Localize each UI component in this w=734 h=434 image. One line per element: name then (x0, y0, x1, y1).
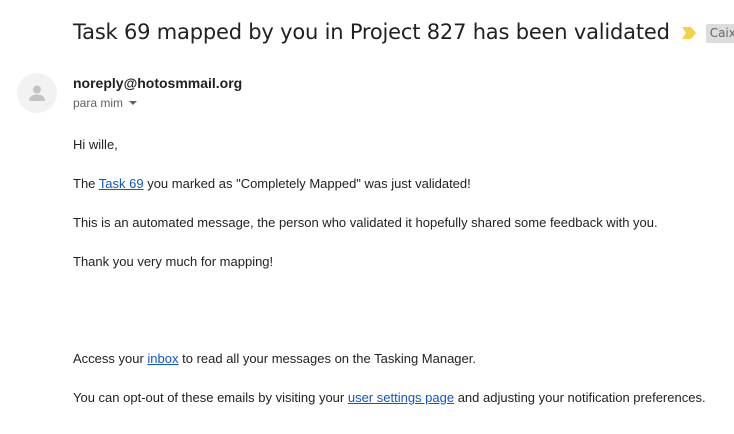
body-line-optout-prefix: You can opt-out of these emails by visit… (73, 390, 348, 405)
inbox-link[interactable]: inbox (147, 351, 178, 366)
subject-row: Task 69 mapped by you in Project 827 has… (73, 15, 734, 49)
email-subject: Task 69 mapped by you in Project 827 has… (73, 20, 670, 44)
inbox-label-chip[interactable]: Caixa de e (705, 23, 734, 43)
body-line-task-prefix: The (73, 176, 99, 191)
importance-marker-icon[interactable] (681, 26, 696, 39)
email-view: Task 69 mapped by you in Project 827 has… (0, 0, 734, 434)
chevron-down-icon[interactable] (129, 101, 138, 105)
sender-address[interactable]: noreply@hotosmmail.org (73, 75, 242, 91)
recipient-line[interactable]: para mim (73, 96, 138, 110)
user-settings-link[interactable]: user settings page (348, 390, 454, 405)
body-line-optout: You can opt-out of these emails by visit… (73, 390, 706, 405)
greeting: Hi wille, (73, 137, 118, 152)
task-link[interactable]: Task 69 (99, 176, 144, 191)
recipient-label: para mim (73, 96, 124, 110)
body-line-inbox-suffix: to read all your messages on the Tasking… (178, 351, 476, 366)
body-line-optout-suffix: and adjusting your notification preferen… (454, 390, 706, 405)
person-icon (29, 85, 45, 101)
body-line-inbox: Access your inbox to read all your messa… (73, 351, 476, 366)
body-line-thanks: Thank you very much for mapping! (73, 254, 274, 269)
avatar (17, 73, 57, 113)
body-line-task: The Task 69 you marked as "Completely Ma… (73, 176, 471, 191)
body-line-task-suffix: you marked as "Completely Mapped" was ju… (143, 176, 471, 191)
body-line-automated: This is an automated message, the person… (73, 215, 658, 230)
body-line-inbox-prefix: Access your (73, 351, 148, 366)
